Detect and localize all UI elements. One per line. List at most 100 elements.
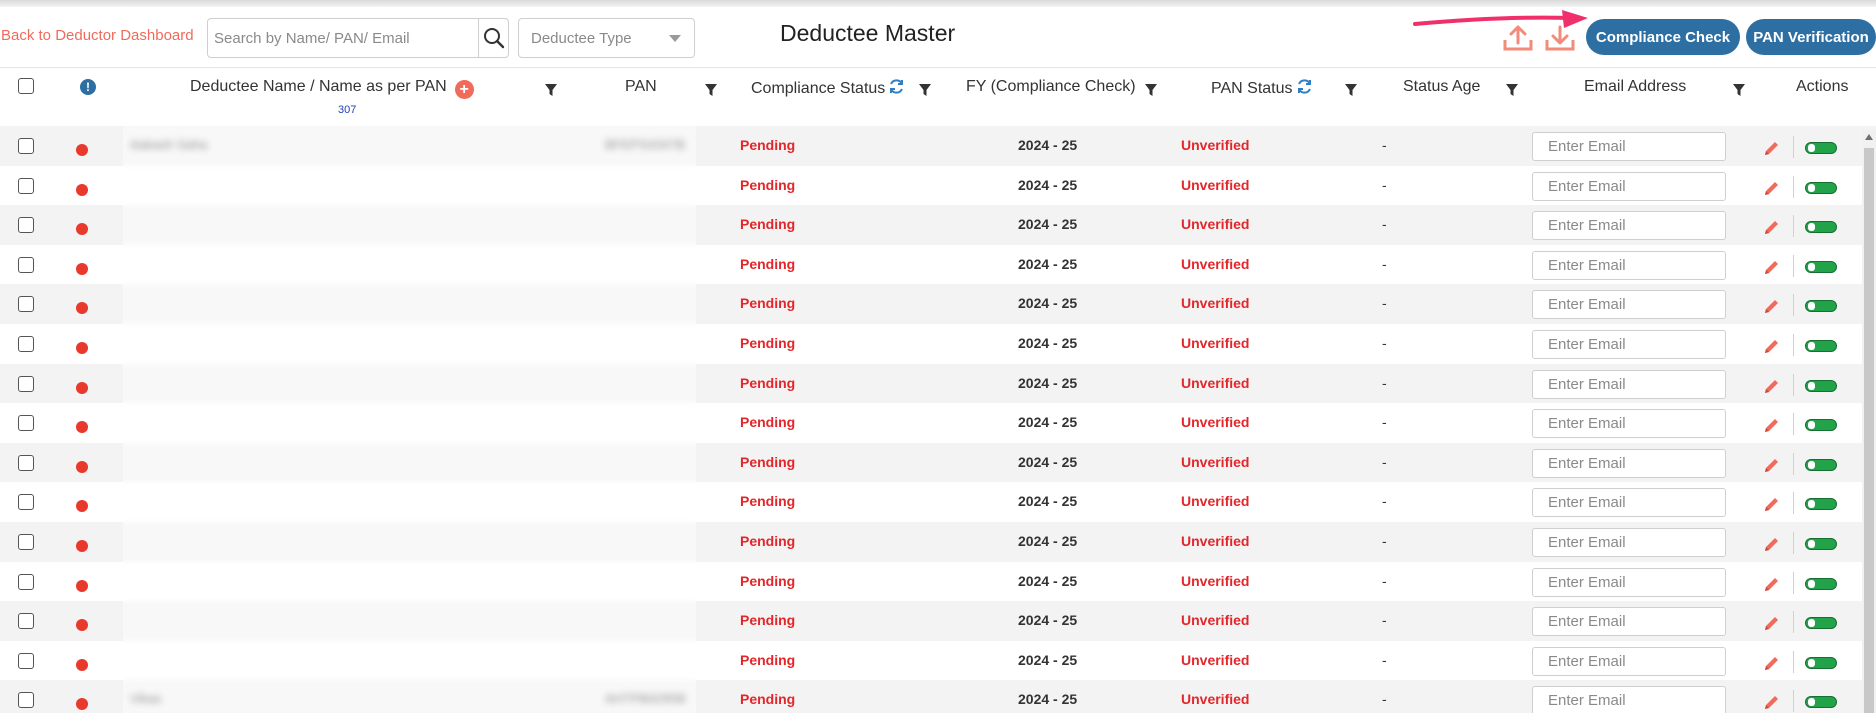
fy-value: 2024 - 25 — [1018, 137, 1078, 153]
row-checkbox[interactable] — [18, 138, 34, 154]
row-checkbox[interactable] — [18, 296, 34, 313]
active-toggle[interactable] — [1805, 696, 1837, 709]
edit-icon[interactable] — [1762, 455, 1782, 475]
deductee-type-select[interactable]: Deductee Type — [518, 18, 695, 58]
action-divider — [1793, 452, 1794, 475]
edit-icon[interactable] — [1762, 494, 1782, 514]
action-divider — [1793, 254, 1794, 277]
deductee-type-placeholder: Deductee Type — [531, 30, 632, 47]
email-input[interactable] — [1532, 567, 1726, 597]
compliance-status: Pending — [740, 493, 796, 510]
email-input[interactable] — [1532, 646, 1726, 676]
email-input[interactable] — [1532, 686, 1726, 713]
active-toggle[interactable] — [1805, 617, 1837, 630]
select-all-checkbox[interactable] — [18, 78, 34, 94]
filter-icon[interactable] — [1344, 83, 1358, 97]
active-toggle[interactable] — [1805, 300, 1837, 313]
filter-icon[interactable] — [1505, 83, 1519, 97]
deductee-table-body: Aakash Saha BFEPS4347B Pending 2024 - 25 Unv… — [0, 126, 1876, 713]
info-icon[interactable]: ! — [80, 79, 96, 95]
email-input[interactable] — [1532, 290, 1726, 320]
status-age: - — [1382, 612, 1387, 629]
row-checkbox[interactable] — [18, 494, 34, 511]
email-input[interactable] — [1532, 330, 1726, 359]
email-input[interactable] — [1532, 250, 1726, 280]
edit-icon[interactable] — [1762, 336, 1782, 356]
table-row: Pending 2024 - 25 Unverified - — [0, 562, 1876, 602]
row-checkbox[interactable] — [18, 415, 34, 432]
table-row: Pending 2024 - 25 Unverified - — [0, 403, 1876, 443]
email-input[interactable] — [1532, 211, 1726, 241]
row-checkbox[interactable] — [18, 652, 34, 669]
search-input[interactable] — [208, 19, 476, 57]
status-dot-icon — [76, 579, 88, 592]
filter-icon[interactable] — [704, 83, 718, 97]
edit-icon[interactable] — [1762, 257, 1782, 277]
active-toggle[interactable] — [1805, 538, 1837, 550]
active-toggle[interactable] — [1805, 577, 1837, 590]
fy-value: 2024 - 25 — [1018, 335, 1078, 351]
status-dot-icon — [76, 302, 88, 315]
row-checkbox[interactable] — [18, 454, 34, 471]
refresh-icon[interactable] — [1296, 78, 1313, 95]
email-input[interactable] — [1532, 409, 1726, 439]
email-input[interactable] — [1532, 369, 1726, 399]
edit-icon[interactable] — [1762, 574, 1782, 594]
scroll-up-icon[interactable] — [1865, 134, 1873, 140]
add-deductee-icon[interactable]: + — [454, 80, 474, 99]
pan-verification-button[interactable]: PAN Verification — [1746, 19, 1876, 55]
row-checkbox[interactable] — [18, 692, 34, 709]
active-toggle[interactable] — [1805, 458, 1837, 471]
page-title: Deductee Master — [780, 20, 956, 46]
pan-status: Unverified — [1181, 374, 1250, 391]
search-icon[interactable] — [482, 26, 506, 50]
row-checkbox[interactable] — [18, 573, 34, 590]
edit-icon[interactable] — [1762, 138, 1782, 158]
row-checkbox[interactable] — [18, 375, 34, 392]
refresh-icon[interactable] — [888, 78, 905, 95]
scrollbar-thumb[interactable] — [1864, 148, 1874, 713]
edit-icon[interactable] — [1762, 217, 1782, 237]
pan-status: Unverified — [1181, 176, 1250, 193]
active-toggle[interactable] — [1805, 340, 1837, 352]
email-input[interactable] — [1532, 448, 1726, 478]
active-toggle[interactable] — [1805, 260, 1837, 273]
active-toggle[interactable] — [1805, 498, 1837, 511]
edit-icon[interactable] — [1762, 415, 1782, 435]
email-input[interactable] — [1532, 607, 1726, 637]
status-dot-icon — [76, 262, 88, 275]
fy-value: 2024 - 25 — [1018, 255, 1078, 272]
edit-icon[interactable] — [1762, 178, 1782, 198]
row-checkbox[interactable] — [18, 534, 34, 550]
row-checkbox[interactable] — [18, 336, 34, 352]
edit-icon[interactable] — [1762, 534, 1782, 554]
active-toggle[interactable] — [1805, 379, 1837, 392]
filter-icon[interactable] — [918, 83, 932, 97]
email-input[interactable] — [1532, 132, 1726, 161]
active-toggle[interactable] — [1805, 656, 1837, 669]
filter-icon[interactable] — [1732, 83, 1746, 97]
compliance-status: Pending — [740, 691, 796, 708]
active-toggle[interactable] — [1805, 181, 1837, 194]
edit-icon[interactable] — [1762, 296, 1782, 316]
row-checkbox[interactable] — [18, 613, 34, 630]
row-checkbox[interactable] — [18, 256, 34, 273]
compliance-status: Pending — [740, 572, 796, 589]
email-input[interactable] — [1532, 488, 1726, 518]
row-checkbox[interactable] — [18, 177, 34, 194]
edit-icon[interactable] — [1762, 653, 1782, 673]
active-toggle[interactable] — [1805, 419, 1837, 432]
active-toggle[interactable] — [1805, 142, 1837, 154]
email-input[interactable] — [1532, 171, 1726, 201]
edit-icon[interactable] — [1762, 376, 1782, 396]
filter-icon[interactable] — [544, 83, 558, 97]
row-checkbox[interactable] — [18, 217, 34, 234]
back-to-dashboard-link[interactable]: Back to Deductor Dashboard — [1, 27, 194, 44]
compliance-check-button[interactable]: Compliance Check — [1586, 19, 1740, 55]
column-header-compliance-status: Compliance Status — [751, 78, 905, 98]
filter-icon[interactable] — [1144, 83, 1158, 97]
edit-icon[interactable] — [1762, 613, 1782, 633]
email-input[interactable] — [1532, 528, 1726, 557]
active-toggle[interactable] — [1805, 221, 1837, 234]
edit-icon[interactable] — [1762, 692, 1782, 712]
